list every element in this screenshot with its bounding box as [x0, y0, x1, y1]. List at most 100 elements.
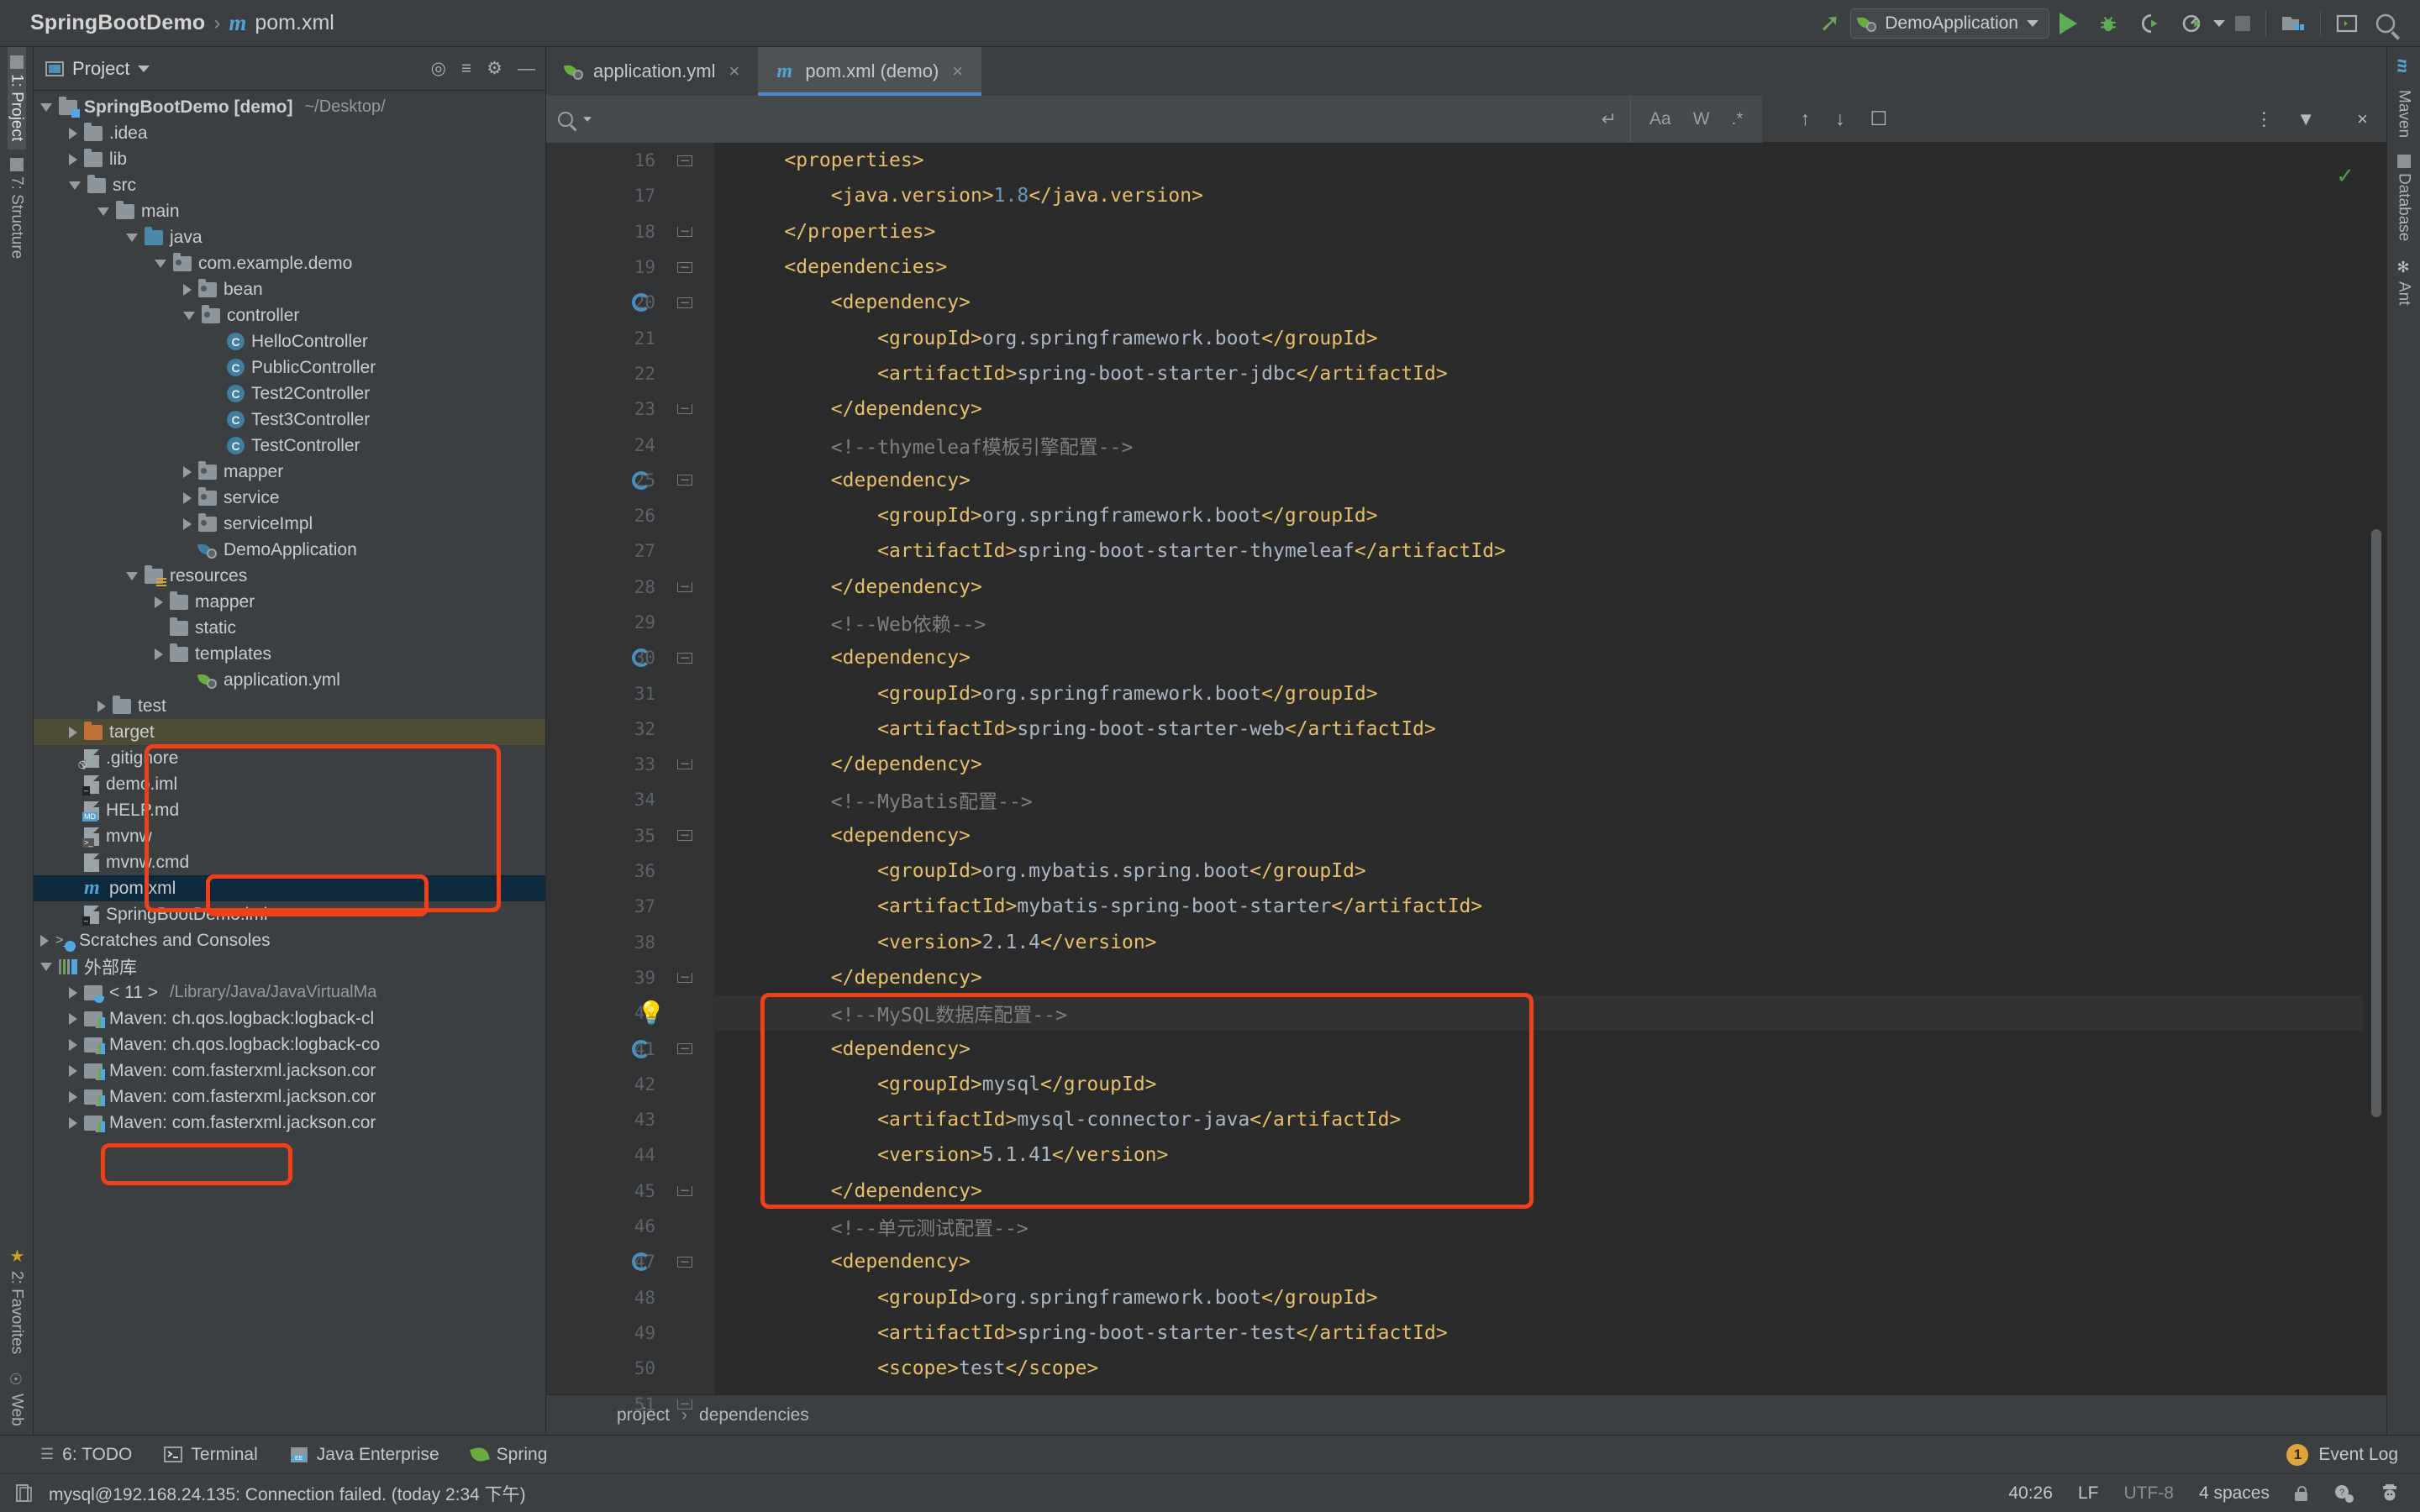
search-everywhere-button[interactable] [2368, 0, 2403, 47]
tree-item[interactable]: bean [34, 276, 545, 302]
tree-item[interactable]: – SpringBootDemo.iml [34, 901, 545, 927]
run-configuration-selector[interactable]: DemoApplication [1850, 8, 2049, 39]
make-project-button[interactable] [2271, 0, 2315, 47]
code-line[interactable]: <dependency> [714, 285, 2386, 320]
gutter-marker-row[interactable]: − [632, 1031, 714, 1066]
tree-item[interactable]: Maven: com.fasterxml.jackson.cor [34, 1084, 545, 1110]
sidebar-item-ant[interactable]: ✻ Ant [2395, 250, 2413, 314]
tree-item[interactable]: ⃠ .gitignore [34, 745, 545, 771]
code-line[interactable]: <version> 5.1.41 </version> [714, 1137, 2386, 1173]
maven-override-marker-icon[interactable] [632, 1039, 650, 1058]
chevron-down-icon[interactable] [69, 181, 81, 190]
code-line[interactable]: <properties> [714, 143, 2386, 178]
code-line[interactable]: <!--Web依赖--> [714, 605, 2386, 640]
gutter-marker-row[interactable] [664, 1209, 714, 1244]
chevron-right-icon[interactable] [69, 1116, 77, 1129]
gutter-marker-row[interactable] [664, 427, 714, 462]
tree-item[interactable]: application.yml [34, 667, 545, 693]
chevron-right-icon[interactable] [69, 726, 77, 738]
fold-collapse-icon[interactable]: − [676, 153, 693, 168]
debug-button[interactable] [2087, 0, 2129, 47]
tree-item[interactable]: controller [34, 302, 545, 328]
code-line[interactable]: <groupId> org.springframework.boot </group… [714, 320, 2386, 355]
event-log-label[interactable]: Event Log [2318, 1445, 2398, 1465]
sidebar-item-project[interactable]: 1: Project [7, 47, 26, 150]
chevron-right-icon[interactable] [69, 1038, 77, 1051]
tree-item[interactable]: Maven: com.fasterxml.jackson.cor [34, 1110, 545, 1136]
tree-item[interactable]: C TestController [34, 433, 545, 459]
gutter-marker-row[interactable]: − [664, 960, 714, 995]
sidebar-item-database[interactable]: Database [2395, 146, 2413, 249]
stop-button[interactable] [2225, 0, 2260, 47]
fold-collapse-icon[interactable]: − [676, 1254, 693, 1269]
gutter-marker-row[interactable]: − [664, 143, 714, 178]
code-line[interactable]: <groupId> mysql </groupId> [714, 1067, 2386, 1102]
gutter-marker-row[interactable] [664, 1102, 714, 1137]
fold-end-icon[interactable]: − [676, 402, 693, 417]
sidebar-item-favorites[interactable]: ★ 2: Favorites [7, 1237, 27, 1362]
gutter-marker-row[interactable] [664, 178, 714, 213]
chevron-right-icon[interactable] [69, 1012, 77, 1025]
fold-collapse-icon[interactable]: − [676, 828, 693, 843]
run-button[interactable] [2049, 0, 2087, 47]
gutter-marker-row[interactable]: − [664, 391, 714, 427]
gutter-marker-row[interactable] [664, 1280, 714, 1315]
close-find-icon[interactable]: × [2338, 108, 2368, 130]
build-project-hammer-button[interactable]: ➚ [1809, 0, 1850, 47]
gutter-marker-row[interactable]: 💡 [637, 995, 714, 1031]
project-view-chevron-down-icon[interactable] [138, 65, 150, 72]
bottom-item-java-enterprise[interactable]: EE Java Enterprise [290, 1445, 439, 1465]
gutter-marker-row[interactable]: − [664, 214, 714, 249]
tree-item[interactable]: Maven: ch.qos.logback:logback-co [34, 1032, 545, 1058]
chevron-down-icon[interactable] [40, 962, 52, 971]
regex-option[interactable]: .* [1732, 109, 1744, 129]
chevron-right-icon[interactable] [69, 127, 77, 139]
profile-chevron-down-icon[interactable] [2213, 19, 2225, 27]
gutter-marker-row[interactable] [664, 1315, 714, 1351]
tree-item[interactable]: templates [34, 641, 545, 667]
tree-item[interactable]: static [34, 615, 545, 641]
intention-bulb-icon[interactable]: 💡 [637, 1002, 666, 1025]
chevron-right-icon[interactable] [40, 934, 49, 947]
tree-item[interactable]: C Test2Controller [34, 381, 545, 407]
fold-collapse-icon[interactable]: − [676, 260, 693, 275]
gutter-marker-row[interactable] [664, 605, 714, 640]
tree-item[interactable]: src [34, 172, 545, 198]
event-log-group[interactable]: 1 Event Log [2286, 1443, 2420, 1466]
sidebar-item-structure[interactable]: 7: Structure [8, 150, 26, 267]
breadcrumb-project[interactable]: SpringBootDemo [30, 11, 205, 35]
gutter-marker-row[interactable]: − [664, 818, 714, 853]
fold-collapse-icon[interactable]: − [676, 650, 693, 665]
code-line[interactable]: <!--MyBatis配置--> [714, 782, 2386, 817]
code-line[interactable]: <groupId> org.springframework.boot </group… [714, 675, 2386, 711]
code-line[interactable]: <dependency> [714, 1031, 2386, 1066]
collapse-all-icon[interactable]: ≡ [461, 60, 471, 77]
tree-item[interactable]: java [34, 224, 545, 250]
project-tree[interactable]: SpringBootDemo [demo] ~/Desktop/ .idea lib s… [34, 91, 545, 1435]
tree-item[interactable]: C Test3Controller [34, 407, 545, 433]
search-history-chevron-down-icon[interactable] [583, 116, 592, 122]
close-icon[interactable]: × [729, 60, 740, 82]
gutter-marker-row[interactable] [664, 498, 714, 533]
caret-position[interactable]: 40:26 [2008, 1483, 2053, 1504]
tree-item[interactable]: target [34, 719, 545, 745]
chevron-down-icon[interactable] [126, 233, 138, 242]
code-line[interactable]: </properties> [714, 214, 2386, 249]
code-text[interactable]: <properties> <java.version> 1.8 </java.ver… [714, 143, 2386, 1394]
scrollbar-thumb[interactable] [2371, 529, 2381, 1117]
tree-item[interactable]: .idea [34, 120, 545, 146]
tab-application-yml[interactable]: application.yml × [546, 47, 758, 96]
gear-icon[interactable]: ⚙ [487, 60, 502, 77]
gutter-marker-row[interactable]: − [632, 640, 714, 675]
scroll-from-source-icon[interactable]: ◎ [431, 60, 446, 77]
gutter-marker-row[interactable]: − [632, 1244, 714, 1279]
code-line[interactable]: <artifactId> spring-boot-starter-web </art… [714, 711, 2386, 747]
chevron-down-icon[interactable] [155, 259, 166, 268]
chevron-down-icon[interactable] [126, 571, 138, 580]
fold-collapse-icon[interactable]: − [676, 1042, 693, 1057]
code-editor[interactable]: 16 17 18 19 20 21 22 23 24 25 26 27 28 29 30 31 32 33 34 35… [546, 143, 2386, 1415]
tree-item[interactable]: serviceImpl [34, 511, 545, 537]
fold-marker-gutter[interactable]: − − − − − − − − − − − 💡 − − − − [632, 143, 714, 1411]
gutter-marker-row[interactable]: − [664, 1386, 714, 1421]
tree-item[interactable]: resources [34, 563, 545, 589]
